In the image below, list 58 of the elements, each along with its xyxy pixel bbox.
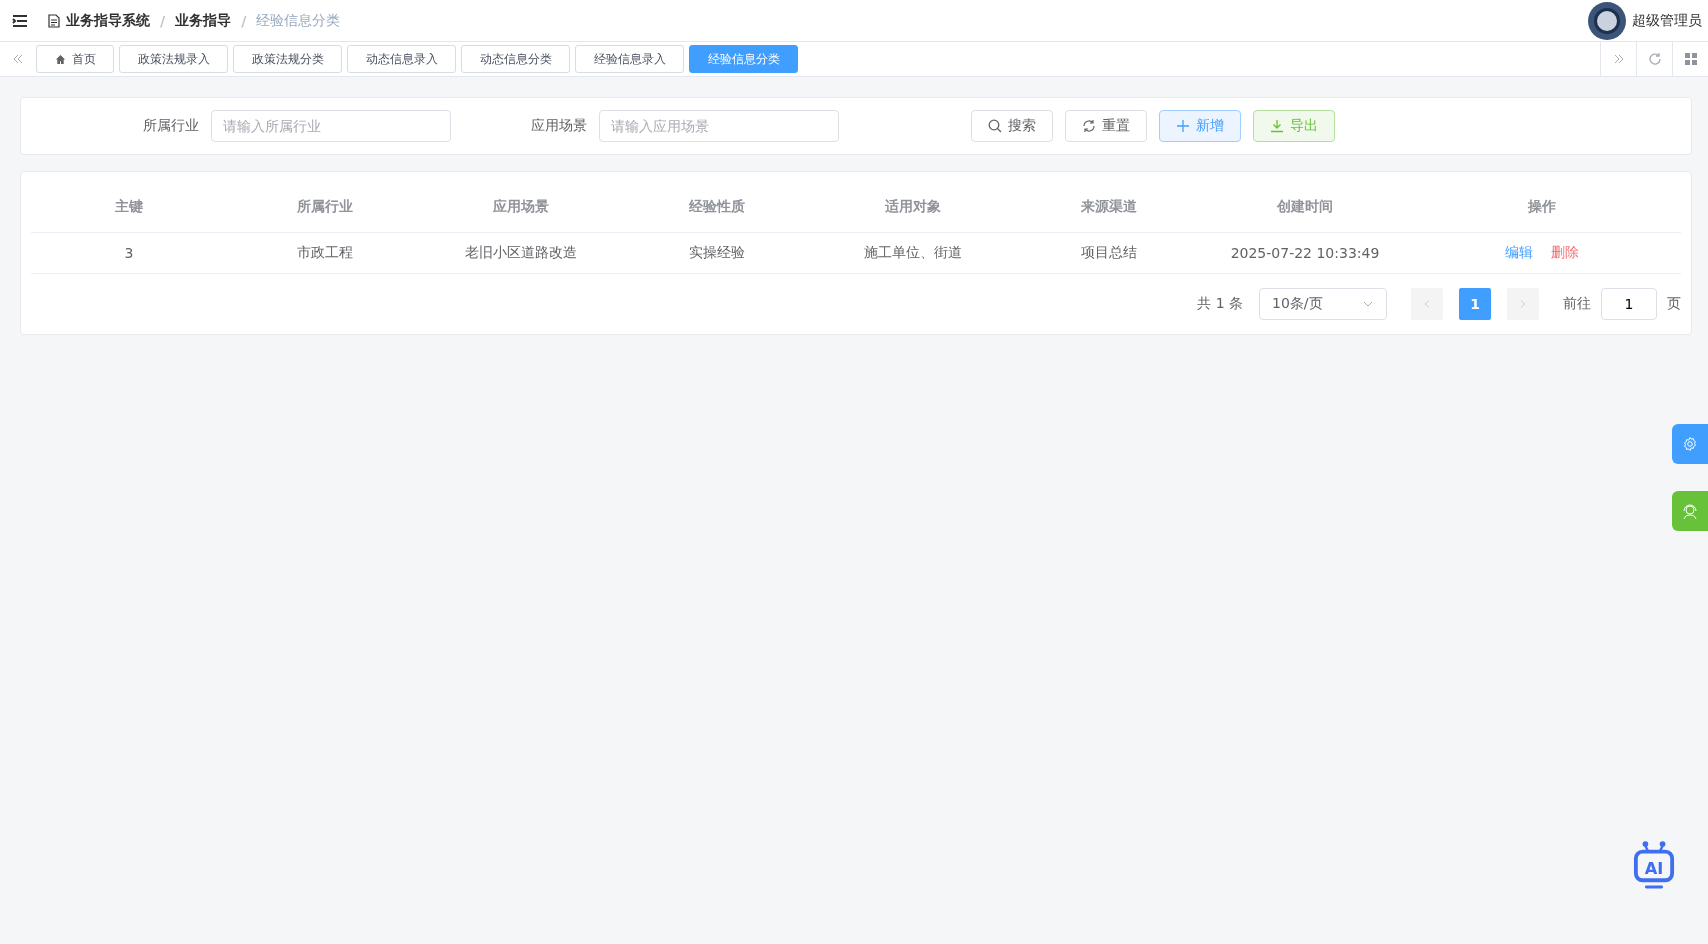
table-cell-text: 施工单位、街道 <box>863 244 963 262</box>
double-chevron-right-icon <box>1612 53 1625 65</box>
settings-button[interactable] <box>1672 424 1708 464</box>
column-header: 操作 <box>1527 198 1557 216</box>
breadcrumb-separator: / <box>160 12 166 29</box>
column-header: 适用对象 <box>884 198 942 216</box>
breadcrumb-item: 经验信息分类 <box>256 11 341 30</box>
chevron-right-icon <box>1518 299 1528 309</box>
column-header: 经验性质 <box>688 198 746 216</box>
refresh-icon <box>1647 52 1662 66</box>
home-icon <box>54 53 66 65</box>
user-name[interactable]: 超级管理员 <box>1632 11 1702 30</box>
column-header: 所属行业 <box>296 198 354 216</box>
table-cell-text: 3 <box>123 245 135 261</box>
next-page-button[interactable] <box>1507 288 1539 320</box>
search-button[interactable]: 搜索 <box>971 110 1053 142</box>
previous-page-button[interactable] <box>1411 288 1443 320</box>
tab[interactable]: 动态信息分类 <box>461 45 570 73</box>
column-header: 创建时间 <box>1276 198 1334 216</box>
page-input[interactable]: 1 <box>1601 288 1657 320</box>
page-size-select[interactable]: 10条/页 <box>1259 288 1387 320</box>
table-cell-text: 实操经验 <box>688 244 746 262</box>
emblem-avatar[interactable] <box>1588 1 1626 40</box>
customer-service-button[interactable] <box>1672 491 1708 531</box>
tab[interactable]: 政策法规录入 <box>119 45 228 73</box>
filter-label: 应用场景 <box>531 117 587 135</box>
search-icon <box>988 119 1002 133</box>
menu-icon[interactable] <box>12 13 28 28</box>
table-cell-text: 市政工程 <box>296 244 354 262</box>
goto-label: 前往 <box>1563 295 1591 313</box>
tab[interactable]: 动态信息录入 <box>347 45 456 73</box>
column-header: 来源渠道 <box>1080 198 1138 216</box>
input-field[interactable]: 请输入应用场景 <box>599 110 839 142</box>
column-header: 主键 <box>114 198 144 216</box>
tab[interactable]: 经验信息录入 <box>575 45 684 73</box>
refresh-icon <box>1082 119 1096 133</box>
breadcrumb-item[interactable]: 业务指导系统 <box>66 11 150 30</box>
plus-icon <box>1176 119 1190 133</box>
table-cell-text: 老旧小区道路改造 <box>464 244 578 262</box>
tab[interactable]: 政策法规分类 <box>233 45 342 73</box>
page-unit: 页 <box>1667 295 1681 313</box>
grid-icon <box>1684 53 1697 65</box>
document-icon <box>48 13 60 28</box>
input-field[interactable]: 请输入所属行业 <box>211 110 451 142</box>
column-header: 应用场景 <box>492 198 550 216</box>
filter-label: 所属行业 <box>143 117 199 135</box>
total-count: 共 1 条 <box>1197 295 1243 313</box>
download-icon <box>1270 119 1284 133</box>
table-cell-text: 项目总结 <box>1080 244 1138 262</box>
reset-button[interactable]: 重置 <box>1065 110 1147 142</box>
table-cell-text: 2025-07-22 10:33:49 <box>1229 245 1381 261</box>
headset-person-icon <box>1681 502 1699 520</box>
breadcrumb-item[interactable]: 业务指导 <box>175 11 232 30</box>
settings-icon <box>1682 436 1698 452</box>
chevron-left-icon <box>1422 299 1432 309</box>
breadcrumb-separator: / <box>241 12 247 29</box>
tab[interactable]: 首页 <box>36 45 114 73</box>
double-chevron-left-icon <box>12 53 24 65</box>
